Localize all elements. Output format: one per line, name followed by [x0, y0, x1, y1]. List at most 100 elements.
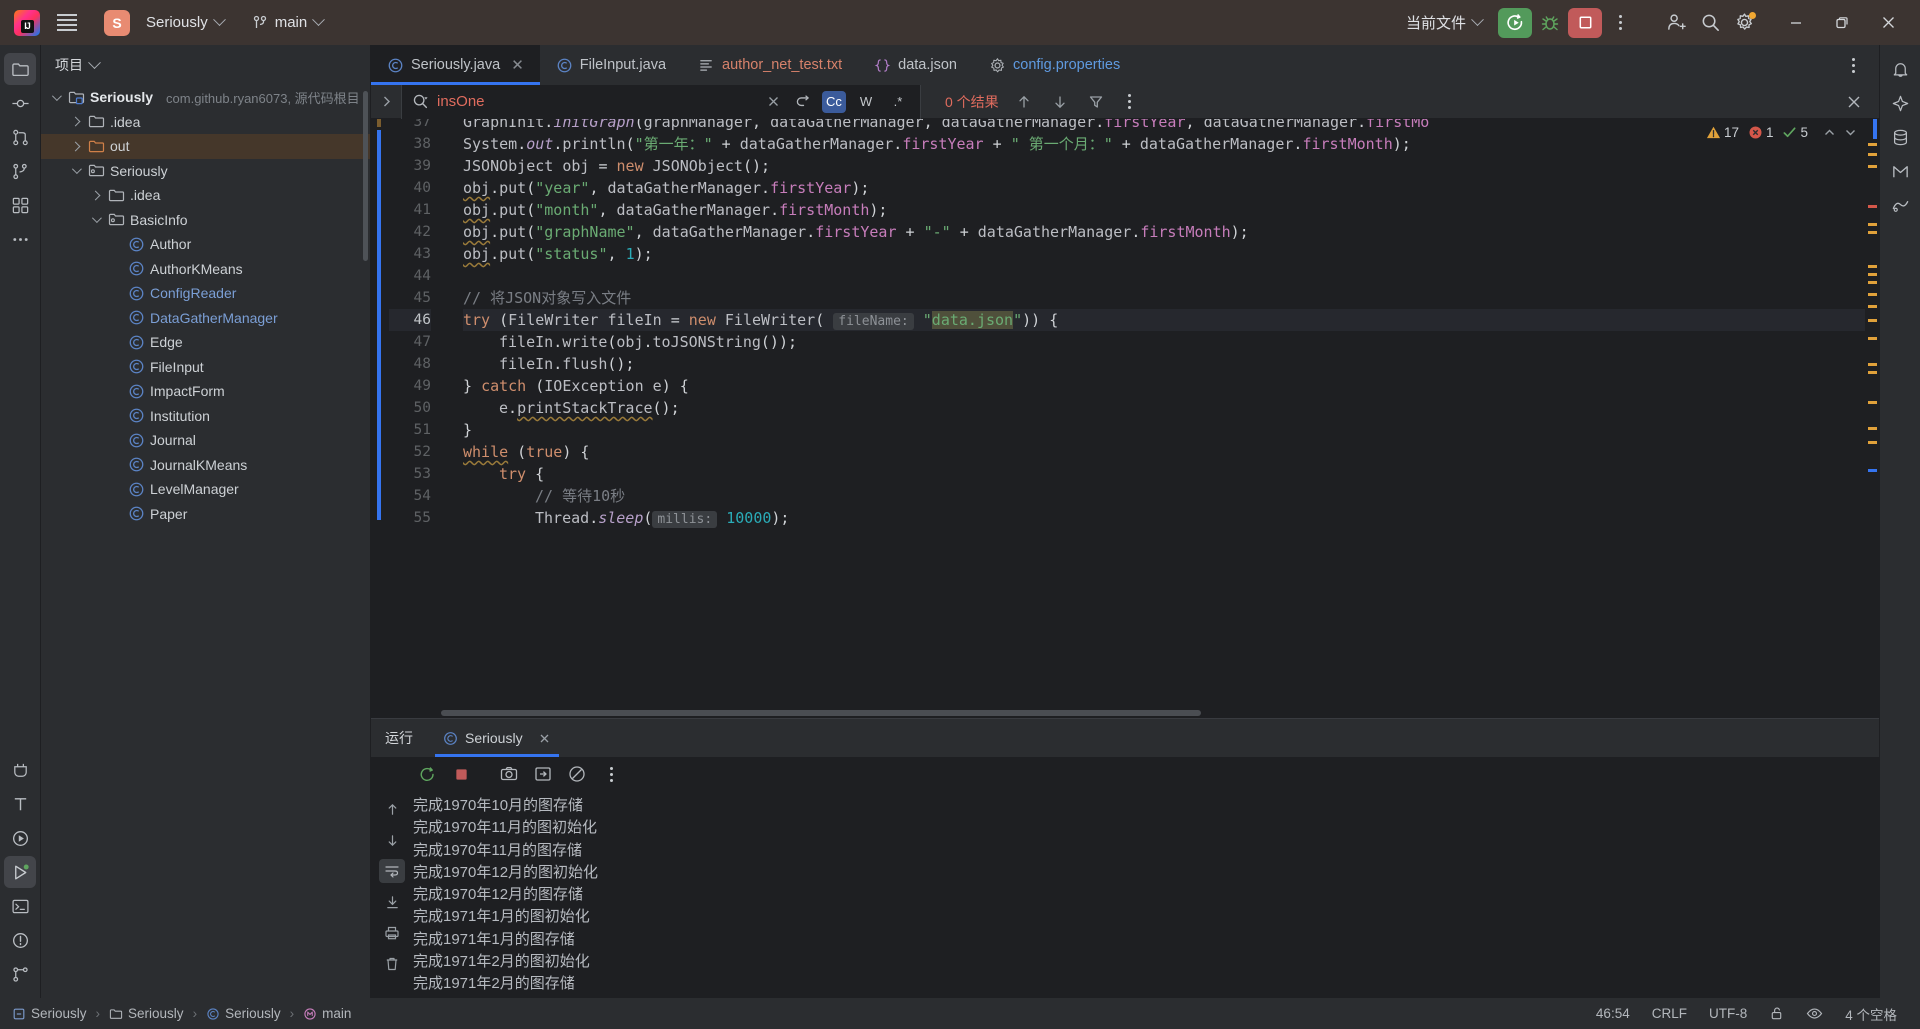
- indent-setting[interactable]: 4 个空格: [1834, 1004, 1908, 1024]
- search-dropdown-icon[interactable]: [412, 93, 429, 110]
- sidebar-item-problems[interactable]: [4, 924, 36, 956]
- database-button[interactable]: [1884, 121, 1916, 153]
- breadcrumb-item-seriously[interactable]: Seriously: [109, 1006, 184, 1021]
- code-line[interactable]: obj.put("graphName", dataGatherManager.f…: [463, 221, 1865, 243]
- print-button[interactable]: [379, 921, 405, 945]
- tree-node-seriously[interactable]: Seriously: [41, 159, 370, 184]
- sidebar-item-commit[interactable]: [4, 87, 36, 119]
- sidebar-item-more[interactable]: [4, 223, 36, 255]
- code-line[interactable]: Thread.sleep(millis: 10000);: [463, 507, 1865, 529]
- scroll-to-end-button[interactable]: [379, 890, 405, 914]
- code-line[interactable]: [463, 265, 1865, 287]
- code-line[interactable]: while (true) {: [463, 441, 1865, 463]
- code-line[interactable]: try (FileWriter fileIn = new FileWriter(…: [463, 309, 1865, 331]
- find-filter-button[interactable]: [1085, 91, 1107, 113]
- account-button[interactable]: [1660, 8, 1692, 38]
- line-number-gutter[interactable]: 37 38 39 40 41 42 43 44 45 46 47 48 49 50 51 52 53 54 55: [389, 119, 441, 718]
- code-line[interactable]: GraphInit.initGraph(graphManager, dataGa…: [463, 119, 1865, 133]
- code-line[interactable]: obj.put("status", 1);: [463, 243, 1865, 265]
- sidebar-item-version-control[interactable]: [4, 958, 36, 990]
- horizontal-scrollbar[interactable]: [441, 710, 1201, 716]
- code-line[interactable]: obj.put("month", dataGatherManager.first…: [463, 199, 1865, 221]
- tree-node--idea[interactable]: .idea: [41, 183, 370, 208]
- main-menu-icon[interactable]: [50, 6, 84, 40]
- sidebar-item-run-widget[interactable]: [4, 822, 36, 854]
- sidebar-item-run[interactable]: [4, 856, 36, 888]
- tree-node-datagathermanager[interactable]: DataGatherManager: [41, 306, 370, 331]
- code-line[interactable]: try {: [463, 463, 1865, 485]
- tree-node-edge[interactable]: Edge: [41, 330, 370, 355]
- scroll-up-button[interactable]: [379, 797, 405, 821]
- breadcrumb-item-seriously[interactable]: Seriously: [206, 1006, 281, 1021]
- tree-node--idea[interactable]: .idea: [41, 110, 370, 135]
- file-encoding[interactable]: UTF-8: [1698, 1006, 1758, 1021]
- find-input-container[interactable]: Cc W .*: [401, 84, 921, 119]
- sidebar-item-structure[interactable]: [4, 189, 36, 221]
- tree-node-out[interactable]: out: [41, 134, 370, 159]
- tree-node-journal[interactable]: Journal: [41, 428, 370, 453]
- tree-node-journalkmeans[interactable]: JournalKMeans: [41, 453, 370, 478]
- chevron-down-icon[interactable]: [67, 164, 83, 175]
- debug-button[interactable]: [1534, 8, 1566, 38]
- read-only-toggle[interactable]: [1758, 1006, 1795, 1021]
- match-case-toggle[interactable]: Cc: [822, 90, 846, 113]
- chevron-up-icon[interactable]: [1823, 126, 1836, 139]
- branch-selector[interactable]: main: [244, 9, 332, 36]
- chevron-right-icon[interactable]: [67, 141, 83, 152]
- console-output[interactable]: 完成1970年10月的图存储 完成1970年11月的图初始化 完成1970年11月的…: [413, 791, 1879, 998]
- tab-seriously-java[interactable]: Seriously.java ✕: [371, 45, 540, 85]
- regex-toggle[interactable]: .*: [886, 91, 910, 113]
- tree-node-paper[interactable]: Paper: [41, 502, 370, 527]
- project-panel-header[interactable]: 项目: [41, 45, 370, 85]
- editor-tabs-more-button[interactable]: [1837, 50, 1869, 80]
- line-separator[interactable]: CRLF: [1641, 1006, 1698, 1021]
- project-tree[interactable]: Seriously com.github.ryan6073, 源代码根目 .idea…: [41, 85, 370, 998]
- find-next-button[interactable]: [1049, 91, 1071, 113]
- code-line[interactable]: fileIn.flush();: [463, 353, 1865, 375]
- tab-fileinput-java[interactable]: FileInput.java: [540, 45, 682, 85]
- error-count[interactable]: 1: [1748, 125, 1773, 140]
- close-icon[interactable]: ✕: [511, 56, 524, 74]
- tree-scrollbar[interactable]: [363, 91, 368, 261]
- sidebar-item-project[interactable]: [4, 53, 36, 85]
- tree-node-impactform[interactable]: ImpactForm: [41, 379, 370, 404]
- find-expand-button[interactable]: [371, 95, 401, 108]
- soft-wrap-button[interactable]: [379, 859, 405, 883]
- preserve-case-button[interactable]: [792, 91, 814, 113]
- code-line[interactable]: } catch (IOException e) {: [463, 375, 1865, 397]
- code-line[interactable]: fileIn.write(obj.toJSONString());: [463, 331, 1865, 353]
- scrollbar-thumb[interactable]: [1873, 119, 1877, 139]
- scroll-down-button[interactable]: [379, 828, 405, 852]
- run-more-button[interactable]: [599, 762, 623, 786]
- run-with-coverage-button[interactable]: [1498, 7, 1532, 38]
- chevron-down-icon[interactable]: [1844, 126, 1857, 139]
- tree-node-author[interactable]: Author: [41, 232, 370, 257]
- code-editor[interactable]: 37 38 39 40 41 42 43 44 45 46 47 48 49 50 51 52 53 54 55 G…: [371, 119, 1879, 718]
- close-button[interactable]: [1866, 6, 1910, 40]
- code-line[interactable]: JSONObject obj = new JSONObject();: [463, 155, 1865, 177]
- whole-words-toggle[interactable]: W: [854, 91, 878, 113]
- tree-node-fileinput[interactable]: FileInput: [41, 355, 370, 380]
- sidebar-item-pull-requests[interactable]: [4, 121, 36, 153]
- code-line[interactable]: obj.put("year", dataGatherManager.firstY…: [463, 177, 1865, 199]
- run-configuration-selector[interactable]: 当前文件: [1398, 7, 1490, 38]
- run-tab-seriously[interactable]: Seriously: [435, 719, 559, 757]
- inspection-level-widget[interactable]: [1795, 1006, 1834, 1021]
- tree-node-seriously[interactable]: Seriously com.github.ryan6073, 源代码根目: [41, 85, 370, 110]
- tree-node-levelmanager[interactable]: LevelManager: [41, 477, 370, 502]
- find-clear-button[interactable]: [762, 91, 784, 113]
- inspection-widget[interactable]: 17 1 5: [1706, 125, 1857, 140]
- warning-count[interactable]: 17: [1706, 125, 1739, 140]
- chevron-right-icon[interactable]: [87, 190, 103, 201]
- notifications-button[interactable]: [1884, 53, 1916, 85]
- code-line[interactable]: }: [463, 419, 1865, 441]
- breadcrumb-item-seriously[interactable]: Seriously: [12, 1006, 87, 1021]
- find-more-button[interactable]: [1119, 91, 1141, 113]
- breadcrumb-item-main[interactable]: main: [303, 1006, 351, 1021]
- screenshot-button[interactable]: [497, 762, 521, 786]
- code-content[interactable]: GraphInit.initGraph(graphManager, dataGa…: [441, 119, 1865, 718]
- sidebar-item-todo[interactable]: [4, 788, 36, 820]
- sidebar-item-plugins[interactable]: [4, 754, 36, 786]
- chevron-down-icon[interactable]: [47, 90, 63, 101]
- settings-button[interactable]: [1728, 8, 1760, 38]
